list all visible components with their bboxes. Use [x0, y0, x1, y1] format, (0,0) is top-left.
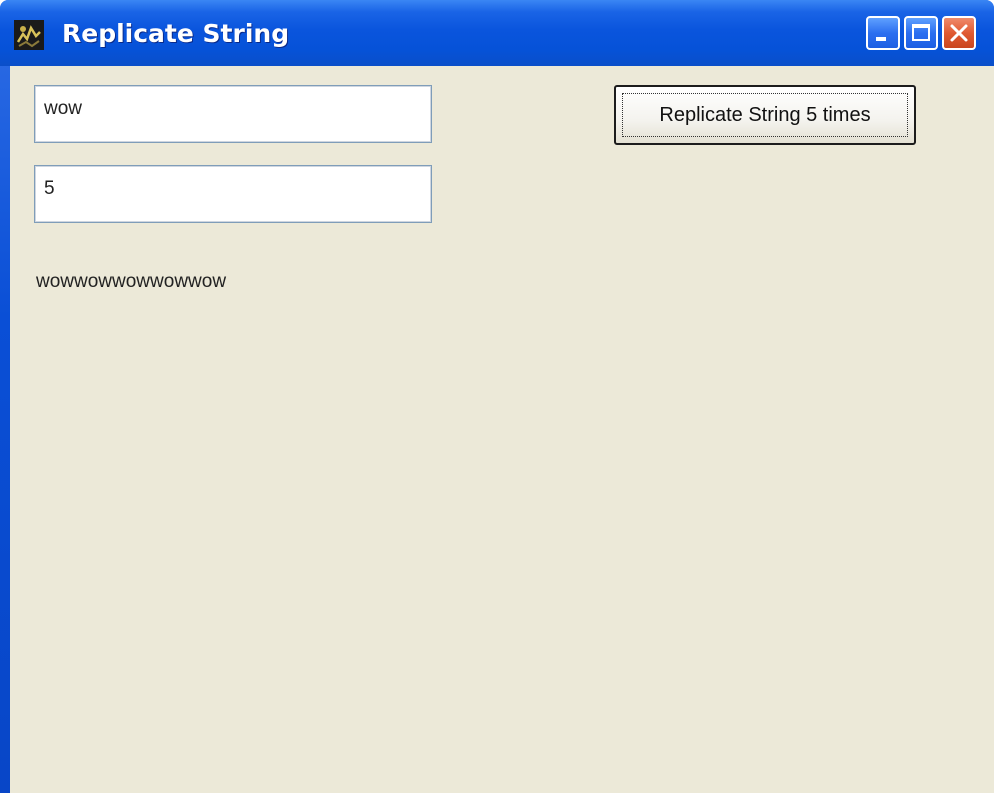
- count-input[interactable]: 5: [34, 165, 432, 223]
- minimize-button[interactable]: [866, 16, 900, 50]
- title-bar[interactable]: Replicate String: [0, 0, 994, 66]
- close-icon: [950, 24, 968, 42]
- minimize-icon: [876, 37, 886, 41]
- replicate-button-label: Replicate String 5 times: [659, 103, 871, 126]
- window-title: Replicate String: [62, 19, 290, 48]
- app-icon: [14, 20, 44, 50]
- close-button[interactable]: [942, 16, 976, 50]
- result-label: wowwowwowwowwow: [36, 271, 227, 292]
- client-area: wow 5 Replicate String 5 times wowwowwow…: [10, 66, 994, 793]
- maximize-button[interactable]: [904, 16, 938, 50]
- app-window: Replicate String wow 5 Replicate String …: [0, 0, 994, 793]
- replicate-button[interactable]: Replicate String 5 times: [614, 85, 916, 145]
- string-input[interactable]: wow: [34, 85, 432, 143]
- maximize-icon: [912, 24, 930, 41]
